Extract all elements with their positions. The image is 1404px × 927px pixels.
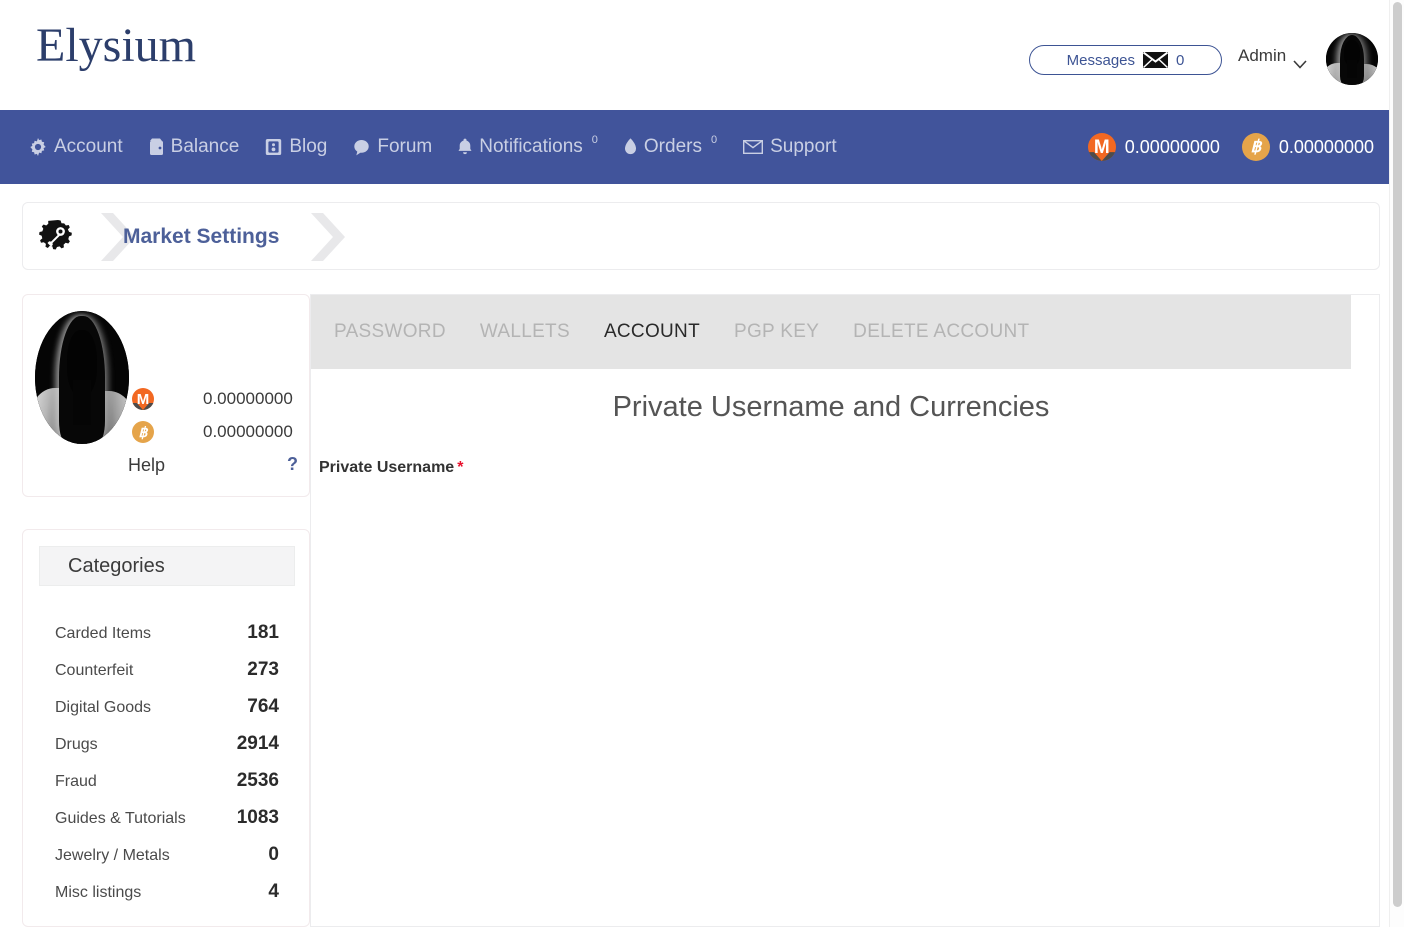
nav-item-orders[interactable]: Orders 0 [611, 110, 730, 184]
category-name: Guides & Tutorials [55, 810, 186, 827]
monero-icon: M [132, 388, 154, 410]
user-avatar-large[interactable] [35, 311, 129, 444]
category-name: Carded Items [55, 625, 152, 642]
gear-icon [29, 138, 47, 156]
category-count: 2536 [236, 770, 279, 791]
category-name: Counterfeit [55, 662, 134, 679]
tab-account[interactable]: ACCOUNT [587, 295, 717, 369]
list-item[interactable]: Counterfeit 273 [23, 659, 309, 696]
nav-balance-xmr-value: 0.00000000 [1124, 136, 1220, 157]
category-count: 1083 [236, 807, 279, 828]
settings-wrench-gear-icon [37, 217, 77, 257]
breadcrumb-title[interactable]: Market Settings [123, 225, 279, 249]
nav-item-account[interactable]: Account [16, 110, 136, 184]
nav-item-balance[interactable]: Balance [136, 110, 253, 184]
top-header: Elysium Messages 0 Admin [0, 0, 1392, 110]
nav-balances: M 0.00000000 ฿ 0.00000000 [1087, 110, 1374, 184]
category-count: 2914 [236, 733, 279, 754]
category-name: Jewelry / Metals [55, 847, 170, 864]
tab-pgp-key[interactable]: PGP KEY [717, 295, 836, 369]
page-title: Private Username and Currencies [612, 391, 1050, 423]
tab-wallets[interactable]: WALLETS [463, 295, 587, 369]
list-item[interactable]: Misc listings 4 [23, 881, 309, 918]
categories-title: Categories [39, 546, 295, 586]
chat-bubble-icon [353, 139, 370, 156]
nav-balance-xmr[interactable]: M 0.00000000 [1087, 133, 1220, 161]
profile-balance-xmr: M [132, 388, 154, 410]
category-name: Fraud [55, 773, 97, 790]
nav-label-notifications: Notifications [479, 136, 583, 157]
nav-item-support[interactable]: Support [730, 110, 850, 184]
profile-balance-btc: ฿ [132, 421, 154, 443]
private-username-label-text: Private Username [319, 459, 455, 476]
nav-label-blog: Blog [289, 136, 328, 157]
profile-balance-xmr-value: 0.00000000 [203, 389, 293, 408]
category-name: Digital Goods [55, 699, 152, 716]
book-icon [265, 138, 282, 156]
category-count: 4 [268, 881, 279, 902]
help-label: Help [128, 455, 166, 475]
list-item[interactable]: Drugs 2914 [23, 733, 309, 770]
bitcoin-icon: ฿ [132, 421, 154, 443]
nav-balance-btc[interactable]: ฿ 0.00000000 [1241, 133, 1374, 161]
nav-item-forum[interactable]: Forum [340, 110, 445, 184]
bitcoin-icon: ฿ [1241, 133, 1270, 161]
scrollbar-thumb[interactable] [1393, 2, 1402, 907]
tab-password[interactable]: PASSWORD [317, 295, 463, 369]
wallet-icon [149, 138, 164, 156]
nav-item-notifications[interactable]: Notifications 0 [445, 110, 611, 184]
category-name: Misc listings [55, 884, 142, 901]
user-menu-label: Admin [1238, 46, 1287, 65]
categories-list: Carded Items 181 Counterfeit 273 Digital… [23, 622, 309, 918]
chevron-right-icon [305, 211, 345, 263]
page-root: Elysium Messages 0 Admin Account Balance… [0, 0, 1404, 927]
breadcrumb: Market Settings [22, 202, 1380, 270]
flame-icon [624, 138, 637, 156]
user-avatar [35, 311, 129, 444]
nav-label-orders: Orders [643, 136, 702, 157]
help-link[interactable]: ? [287, 454, 298, 475]
list-item[interactable]: Digital Goods 764 [23, 696, 309, 733]
monero-icon: M [1087, 133, 1116, 161]
category-count: 764 [247, 696, 279, 717]
main-panel: PASSWORD WALLETS ACCOUNT PGP KEY DELETE … [310, 294, 1380, 927]
nav-balance-btc-value: 0.00000000 [1278, 136, 1374, 157]
nav-label-account: Account [54, 136, 123, 157]
envelope-icon [1143, 52, 1169, 68]
user-menu[interactable]: Admin [1238, 46, 1307, 69]
nav-label-support: Support [770, 136, 837, 157]
required-marker: * [457, 459, 464, 476]
envelope-icon [743, 140, 764, 154]
vertical-scrollbar[interactable] [1389, 0, 1404, 927]
list-item[interactable]: Carded Items 181 [23, 622, 309, 659]
category-count: 273 [247, 659, 279, 680]
notifications-badge: 0 [591, 134, 598, 146]
category-count: 181 [247, 622, 279, 643]
bell-icon [458, 138, 472, 156]
list-item[interactable]: Fraud 2536 [23, 770, 309, 807]
user-avatar [1326, 33, 1378, 85]
list-item[interactable]: Jewelry / Metals 0 [23, 844, 309, 881]
category-name: Drugs [55, 736, 98, 753]
chevron-down-icon [1293, 54, 1307, 69]
nav-items: Account Balance Blog Forum Notifications… [16, 110, 850, 184]
messages-count: 0 [1176, 51, 1185, 69]
settings-tabs: PASSWORD WALLETS ACCOUNT PGP KEY DELETE … [311, 295, 1351, 369]
profile-balance-btc-value: 0.00000000 [203, 422, 293, 441]
main-navigation: Account Balance Blog Forum Notifications… [0, 110, 1392, 184]
messages-button[interactable]: Messages 0 [1029, 45, 1222, 75]
orders-badge: 0 [710, 134, 718, 146]
messages-label: Messages [1066, 51, 1136, 69]
nav-item-blog[interactable]: Blog [252, 110, 340, 184]
categories-card: Categories Carded Items 181 Counterfeit … [22, 529, 310, 927]
nav-label-forum: Forum [377, 136, 433, 157]
category-count: 0 [268, 844, 279, 865]
site-logo[interactable]: Elysium [36, 18, 196, 73]
avatar[interactable] [1326, 33, 1378, 85]
list-item[interactable]: Guides & Tutorials 1083 [23, 807, 309, 844]
tab-delete-account[interactable]: DELETE ACCOUNT [836, 295, 1046, 369]
private-username-label: Private Username * [319, 459, 463, 477]
nav-label-balance: Balance [170, 136, 240, 157]
